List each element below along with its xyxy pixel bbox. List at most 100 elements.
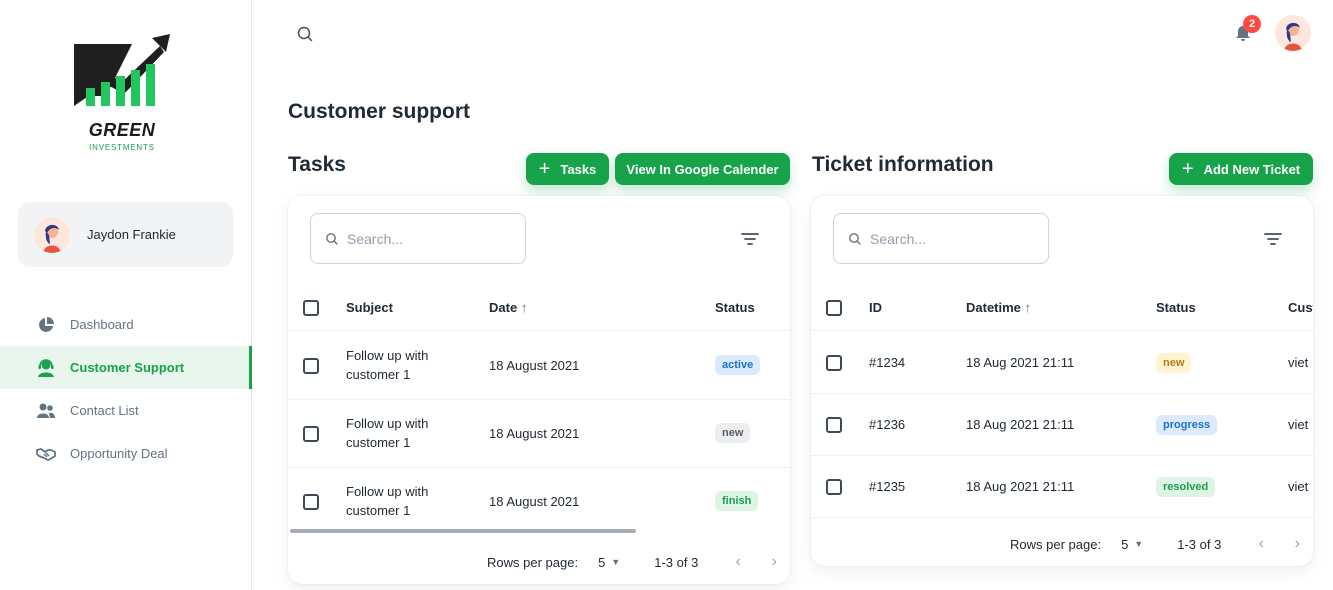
row-checkbox[interactable]	[303, 358, 319, 374]
rows-per-page-label: Rows per page:	[487, 554, 579, 570]
table-row[interactable]: Follow up with customer 1 18 August 2021 …	[288, 468, 790, 536]
sidebar-item-label: Dashboard	[70, 317, 134, 332]
task-subject: Follow up with customer 1	[346, 416, 429, 450]
page-title: Customer support	[288, 100, 471, 123]
user-card[interactable]: Jaydon Frankie	[18, 202, 233, 267]
chevron-right-icon[interactable]: ›	[1287, 534, 1307, 554]
page-range: 1-3 of 3	[1177, 536, 1222, 552]
rows-per-page-label: Rows per page:	[1010, 536, 1102, 552]
avatar[interactable]	[1275, 15, 1311, 51]
growth-chart-icon	[74, 34, 170, 106]
select-all-checkbox[interactable]	[303, 300, 319, 316]
table-row[interactable]: Follow up with customer 1 18 August 2021 …	[288, 400, 790, 468]
caret-down-icon: ▼	[611, 557, 621, 567]
pie-chart-icon	[36, 315, 56, 335]
tickets-card: ID Datetime ↑ Status Cust #1234 18 Aug 2…	[811, 196, 1313, 566]
column-header-date[interactable]: Date ↑	[489, 298, 527, 317]
ticket-id: #1234	[869, 355, 906, 370]
view-google-calendar-button[interactable]: View In Google Calender	[615, 153, 790, 185]
tasks-title: Tasks	[288, 153, 346, 176]
status-badge: progress	[1156, 415, 1218, 435]
task-subject: Follow up with customer 1	[346, 484, 429, 518]
tasks-search-input[interactable]	[347, 230, 507, 247]
notification-badge: 2	[1243, 15, 1261, 33]
sidebar-item-customer-support[interactable]: Customer Support	[0, 346, 252, 389]
sidebar-item-label: Customer Support	[70, 360, 185, 375]
ticket-customer: viet	[1288, 355, 1309, 370]
page-range: 1-3 of 3	[654, 554, 699, 570]
tickets-table-header: ID Datetime ↑ Status Cust	[811, 285, 1313, 331]
select-all-checkbox[interactable]	[826, 300, 842, 316]
ticket-id: #1235	[869, 479, 906, 494]
rows-per-page-select[interactable]: 5 ▼	[1121, 537, 1143, 552]
sidebar: GREEN INVESTMENTS Jaydon Frankie Dashboa…	[0, 0, 252, 590]
filter-icon[interactable]	[740, 229, 760, 249]
sidebar-item-dashboard[interactable]: Dashboard	[0, 303, 252, 346]
search-icon	[326, 232, 338, 245]
horizontal-scrollbar[interactable]	[290, 529, 636, 533]
app-root: GREEN INVESTMENTS Jaydon Frankie Dashboa…	[0, 0, 1333, 590]
plus-icon: +	[538, 158, 551, 180]
table-row[interactable]: #1235 18 Aug 2021 21:11 resolved viet	[811, 456, 1313, 518]
tickets-search[interactable]	[833, 213, 1049, 264]
ticket-datetime: 18 Aug 2021 21:11	[966, 417, 1075, 432]
tasks-pagination: Rows per page: 5 ▼ 1-3 of 3 ‹ ›	[487, 552, 800, 572]
search-icon	[849, 232, 861, 245]
arrow-up-icon: ↑	[520, 300, 528, 315]
sidebar-nav: Dashboard Customer Support Contact List …	[0, 303, 252, 475]
status-badge: resolved	[1156, 477, 1216, 497]
table-row[interactable]: #1234 18 Aug 2021 21:11 new viet	[811, 332, 1313, 394]
sidebar-item-label: Opportunity Deal	[70, 446, 168, 461]
chevron-left-icon[interactable]: ‹	[728, 552, 748, 572]
task-date: 18 August 2021	[489, 494, 580, 509]
row-checkbox[interactable]	[826, 479, 842, 495]
brand-name: GREEN	[88, 120, 156, 140]
user-name: Jaydon Frankie	[87, 227, 176, 242]
ticket-datetime: 18 Aug 2021 21:11	[966, 355, 1075, 370]
ticket-datetime: 18 Aug 2021 21:11	[966, 479, 1075, 494]
status-badge: active	[715, 355, 761, 375]
rows-per-page-select[interactable]: 5 ▼	[598, 555, 620, 570]
column-header-id[interactable]: ID	[869, 298, 882, 317]
avatar	[34, 217, 70, 253]
ticket-id: #1236	[869, 417, 906, 432]
column-header-status[interactable]: Status	[1156, 298, 1196, 317]
column-header-status[interactable]: Status	[715, 298, 755, 317]
tasks-card: Subject Date ↑ Status Follow up withcust…	[288, 196, 790, 584]
arrow-up-icon: ↑	[1024, 300, 1032, 315]
sidebar-item-contact-list[interactable]: Contact List	[0, 389, 252, 432]
filter-icon[interactable]	[1263, 229, 1283, 249]
tickets-pagination: Rows per page: 5 ▼ 1-3 of 3 ‹ ›	[1010, 534, 1323, 554]
tickets-title: Ticket information	[812, 153, 994, 176]
ticket-customer: viet	[1288, 479, 1309, 494]
table-row[interactable]: Follow up with customer 1 18 August 2021 …	[288, 332, 790, 400]
caret-down-icon: ▼	[1134, 539, 1144, 549]
row-checkbox[interactable]	[826, 355, 842, 371]
chevron-right-icon[interactable]: ›	[764, 552, 784, 572]
add-task-button[interactable]: + Tasks	[526, 153, 609, 185]
add-new-ticket-button[interactable]: + Add New Ticket	[1169, 153, 1313, 185]
column-header-datetime[interactable]: Datetime ↑	[966, 298, 1031, 317]
column-header-subject[interactable]: Subject	[346, 298, 393, 317]
column-header-customer[interactable]: Cust	[1288, 298, 1313, 317]
task-date: 18 August 2021	[489, 358, 580, 373]
tasks-search[interactable]	[310, 213, 526, 264]
sidebar-item-opportunity-deal[interactable]: Opportunity Deal	[0, 432, 252, 475]
row-checkbox[interactable]	[303, 426, 319, 442]
status-badge: new	[715, 423, 751, 443]
support-agent-icon	[36, 358, 56, 378]
brand-logo[interactable]: GREEN INVESTMENTS	[72, 32, 172, 156]
sidebar-item-label: Contact List	[70, 403, 139, 418]
chevron-left-icon[interactable]: ‹	[1251, 534, 1271, 554]
people-icon	[36, 401, 56, 421]
tickets-search-input[interactable]	[870, 230, 1030, 247]
search-icon[interactable]	[295, 24, 315, 44]
ticket-customer: viet	[1288, 417, 1309, 432]
row-checkbox[interactable]	[303, 494, 319, 510]
handshake-icon	[36, 444, 56, 464]
tasks-table-header: Subject Date ↑ Status	[288, 285, 790, 331]
plus-icon: +	[1181, 158, 1194, 180]
brand-subtitle: INVESTMENTS	[89, 143, 155, 152]
table-row[interactable]: #1236 18 Aug 2021 21:11 progress viet	[811, 394, 1313, 456]
row-checkbox[interactable]	[826, 417, 842, 433]
